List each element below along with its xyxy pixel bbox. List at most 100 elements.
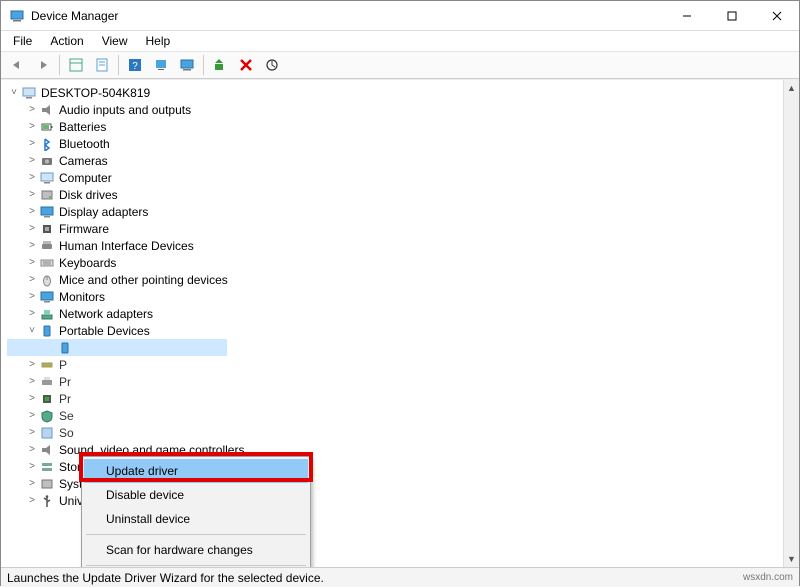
devices-button[interactable] <box>149 54 173 76</box>
tree-item[interactable]: > Audio inputs and outputs <box>7 101 783 118</box>
expand-icon[interactable]: > <box>25 138 39 149</box>
sound-icon <box>39 442 55 458</box>
tree-item[interactable]: > So <box>7 424 783 441</box>
tree-item[interactable]: > Network adapters <box>7 305 783 322</box>
expand-icon[interactable]: > <box>25 376 39 387</box>
ctx-update-driver[interactable]: Update driver <box>84 459 308 483</box>
tree-item[interactable]: > Keyboards <box>7 254 783 271</box>
tree-item-label: Firmware <box>59 222 109 236</box>
mouse-icon <box>39 272 55 288</box>
expand-icon[interactable]: > <box>25 274 39 285</box>
scan-hardware-button[interactable] <box>260 54 284 76</box>
bluetooth-icon <box>39 136 55 152</box>
app-icon <box>9 8 25 24</box>
expand-icon[interactable]: > <box>25 308 39 319</box>
tree-item-label: Portable Devices <box>59 324 150 338</box>
tree-item[interactable]: > Firmware <box>7 220 783 237</box>
tree-item[interactable]: >Bluetooth <box>7 135 783 152</box>
menu-help[interactable]: Help <box>138 33 179 49</box>
update-driver-button[interactable] <box>208 54 232 76</box>
software-icon <box>39 425 55 441</box>
expand-icon[interactable]: > <box>25 172 39 183</box>
ctx-separator <box>86 534 306 535</box>
tree-item[interactable]: > Pr <box>7 373 783 390</box>
close-button[interactable] <box>754 1 799 31</box>
ctx-scan-hardware[interactable]: Scan for hardware changes <box>84 538 308 562</box>
expand-icon[interactable]: > <box>25 359 39 370</box>
expand-icon[interactable]: ˅ <box>25 325 39 336</box>
expand-icon[interactable]: > <box>25 240 39 251</box>
tree-item[interactable]: >Cameras <box>7 152 783 169</box>
tree-item-label: Audio inputs and outputs <box>59 103 191 117</box>
ctx-uninstall-device[interactable]: Uninstall device <box>84 507 308 531</box>
vertical-scrollbar[interactable]: ▲ ▼ <box>783 80 799 567</box>
show-hide-tree-button[interactable] <box>64 54 88 76</box>
menu-view[interactable]: View <box>94 33 136 49</box>
expand-icon[interactable]: > <box>25 206 39 217</box>
properties-button[interactable] <box>90 54 114 76</box>
tree-item[interactable]: >Pr <box>7 390 783 407</box>
system-icon <box>39 476 55 492</box>
expand-icon[interactable]: > <box>25 410 39 421</box>
scroll-track[interactable] <box>784 96 799 551</box>
tree-item-label: Mice and other pointing devices <box>59 273 228 287</box>
tree-item-label: So <box>59 426 74 440</box>
collapse-icon[interactable]: ˅ <box>7 87 21 98</box>
minimize-button[interactable] <box>664 1 709 31</box>
hid-icon <box>39 238 55 254</box>
scroll-up-icon[interactable]: ▲ <box>785 80 799 96</box>
expand-icon[interactable]: > <box>25 461 39 472</box>
svg-text:?: ? <box>132 61 138 72</box>
expand-icon[interactable]: > <box>25 291 39 302</box>
expand-icon[interactable]: > <box>25 189 39 200</box>
tree-item-label: Keyboards <box>59 256 116 270</box>
tree-item-label: Network adapters <box>59 307 153 321</box>
storage-icon <box>39 459 55 475</box>
expand-icon[interactable]: > <box>25 393 39 404</box>
menu-action[interactable]: Action <box>42 33 91 49</box>
tree-item[interactable]: ˅ Portable Devices <box>7 322 783 339</box>
expand-icon[interactable]: > <box>25 257 39 268</box>
toolbar-separator <box>118 55 119 75</box>
tree-item-label: P <box>59 358 67 372</box>
expand-icon[interactable]: > <box>25 104 39 115</box>
expand-icon[interactable]: > <box>25 495 39 506</box>
tree-item-label: Disk drives <box>59 188 118 202</box>
expand-icon[interactable]: > <box>25 427 39 438</box>
tree-item[interactable]: >Se <box>7 407 783 424</box>
tree-item[interactable]: >Monitors <box>7 288 783 305</box>
title-bar: Device Manager <box>1 1 799 31</box>
help-button[interactable]: ? <box>123 54 147 76</box>
menu-file[interactable]: File <box>5 33 40 49</box>
tree-item[interactable]: >Computer <box>7 169 783 186</box>
uninstall-button[interactable] <box>234 54 258 76</box>
tree-item[interactable]: > Human Interface Devices <box>7 237 783 254</box>
tree-item[interactable]: >Batteries <box>7 118 783 135</box>
expand-icon[interactable]: > <box>25 155 39 166</box>
portable-icon <box>39 323 55 339</box>
tree-root[interactable]: ˅ DESKTOP-504K819 <box>7 84 783 101</box>
tree-subitem[interactable] <box>7 339 227 356</box>
expand-icon[interactable]: > <box>25 444 39 455</box>
expand-icon[interactable]: > <box>25 223 39 234</box>
device-icon <box>57 340 73 356</box>
content-area: ˅ DESKTOP-504K819 > Audio inputs and outp… <box>1 79 799 567</box>
ctx-disable-device[interactable]: Disable device <box>84 483 308 507</box>
tree-item[interactable]: > Mice and other pointing devices <box>7 271 783 288</box>
tree-item[interactable]: >P <box>7 356 783 373</box>
view-button[interactable] <box>175 54 199 76</box>
tree-item-label: Human Interface Devices <box>59 239 194 253</box>
forward-button[interactable] <box>31 54 55 76</box>
back-button[interactable] <box>5 54 29 76</box>
tree-item-label: Pr <box>59 375 71 389</box>
port-icon <box>39 357 55 373</box>
tree-item[interactable]: >Display adapters <box>7 203 783 220</box>
root-label: DESKTOP-504K819 <box>41 86 150 100</box>
tree-item[interactable]: > Disk drives <box>7 186 783 203</box>
scroll-down-icon[interactable]: ▼ <box>785 551 799 567</box>
maximize-button[interactable] <box>709 1 754 31</box>
expand-icon[interactable]: > <box>25 121 39 132</box>
expand-icon[interactable]: > <box>25 478 39 489</box>
window-title: Device Manager <box>31 9 118 23</box>
audio-icon <box>39 102 55 118</box>
